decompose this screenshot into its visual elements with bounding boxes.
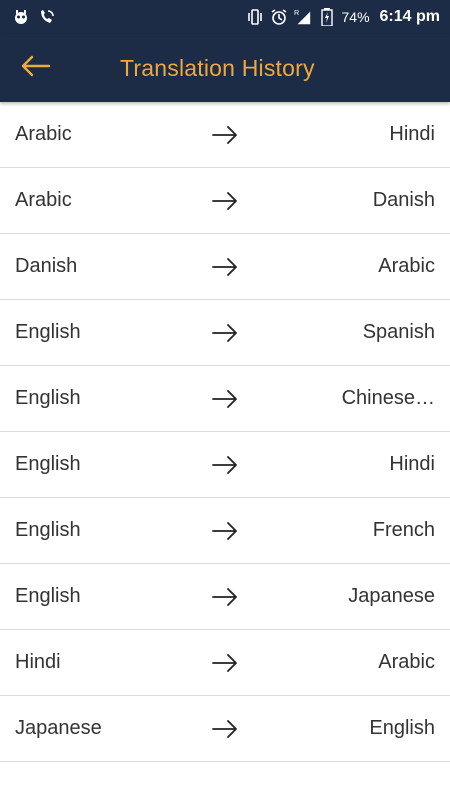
history-row[interactable]: Danish Arabic [0,234,450,300]
status-clock: 6:14 pm [379,8,440,25]
right-arrow-icon [211,125,239,145]
history-row[interactable]: Arabic Hindi [0,102,450,168]
target-language: Danish [372,189,435,211]
target-language: Arabic [378,255,435,277]
back-button[interactable] [0,34,70,102]
right-arrow-icon [211,521,239,541]
target-language: Spanish [362,321,435,343]
right-arrow-icon [211,191,239,211]
history-row[interactable]: English Spanish [0,300,450,366]
signal-icon: R [294,8,312,26]
app-notification-icon [12,8,30,26]
right-arrow-icon [211,587,239,607]
source-language: English [15,387,81,409]
history-row[interactable]: English Chinese… [0,366,450,432]
right-arrow-icon [211,323,239,343]
battery-percentage: 74% [341,9,370,25]
target-language: Hindi [389,123,435,145]
history-row[interactable]: Japanese English [0,696,450,762]
history-row[interactable]: English French [0,498,450,564]
target-language: Japanese [348,585,435,607]
source-language: English [15,321,81,343]
source-language: Danish [15,255,78,277]
battery-icon [318,8,336,26]
right-arrow-icon [211,257,239,277]
call-notification-icon [38,8,56,26]
right-arrow-icon [211,389,239,409]
history-row[interactable]: Arabic Danish [0,168,450,234]
source-language: English [15,453,81,475]
status-left-icons [12,8,56,26]
source-language: Japanese [15,717,102,739]
source-language: Arabic [15,189,72,211]
history-list: Arabic Hindi Arabic Danish Danish Arabic Engli… [0,102,450,762]
history-row[interactable]: English Japanese [0,564,450,630]
target-language: Hindi [389,453,435,475]
history-row[interactable]: English Hindi [0,432,450,498]
target-language: French [372,519,435,541]
source-language: Arabic [15,123,72,145]
page-title: Translation History [120,54,315,81]
status-right-icons: R 74% 6:14 pm [246,8,440,26]
right-arrow-icon [211,653,239,673]
app-bar: Translation History [0,34,450,102]
back-arrow-icon [19,54,51,83]
status-bar: R 74% 6:14 pm [0,0,450,34]
history-row[interactable]: Hindi Arabic [0,630,450,696]
source-language: English [15,519,81,541]
source-language: English [15,585,81,607]
alarm-icon [270,8,288,26]
source-language: Hindi [15,651,61,673]
target-language: English [369,717,435,739]
target-language: Arabic [378,651,435,673]
vibrate-icon [246,8,264,26]
target-language: Chinese… [341,387,435,409]
right-arrow-icon [211,455,239,475]
right-arrow-icon [211,719,239,739]
svg-text:R: R [294,8,299,17]
